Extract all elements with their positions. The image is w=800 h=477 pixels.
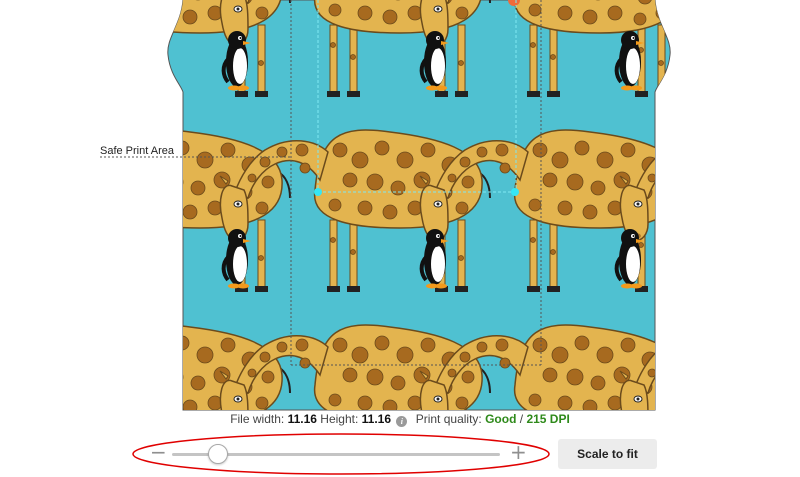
dpi-value: 215 DPI <box>526 412 570 426</box>
file-width-value: 11.16 <box>287 412 317 426</box>
scale-to-fit-button[interactable]: Scale to fit <box>558 439 657 469</box>
zoom-slider-thumb[interactable] <box>207 444 228 464</box>
height-label: Height: <box>320 412 359 426</box>
print-quality-label: Print quality: <box>415 412 482 426</box>
print-quality-value: Good <box>485 412 517 426</box>
editor-canvas: Safe Print Area <box>0 0 800 475</box>
height-value: 11.16 <box>361 412 392 426</box>
zoom-out-button[interactable]: − <box>150 442 167 462</box>
zoom-control: − + <box>130 430 555 477</box>
design-preview <box>100 0 671 411</box>
safe-print-area-label: Safe Print Area <box>100 145 174 157</box>
info-icon[interactable]: i <box>396 416 408 427</box>
file-width-label: File width: <box>230 412 285 426</box>
file-info-bar: File width: 11.16 Height: 11.16 i Print … <box>0 412 800 427</box>
zoom-in-button[interactable]: + <box>510 442 527 462</box>
selection-handle-right[interactable] <box>511 188 519 196</box>
selection-handle-left[interactable] <box>314 188 322 196</box>
quality-separator: / <box>519 412 524 426</box>
